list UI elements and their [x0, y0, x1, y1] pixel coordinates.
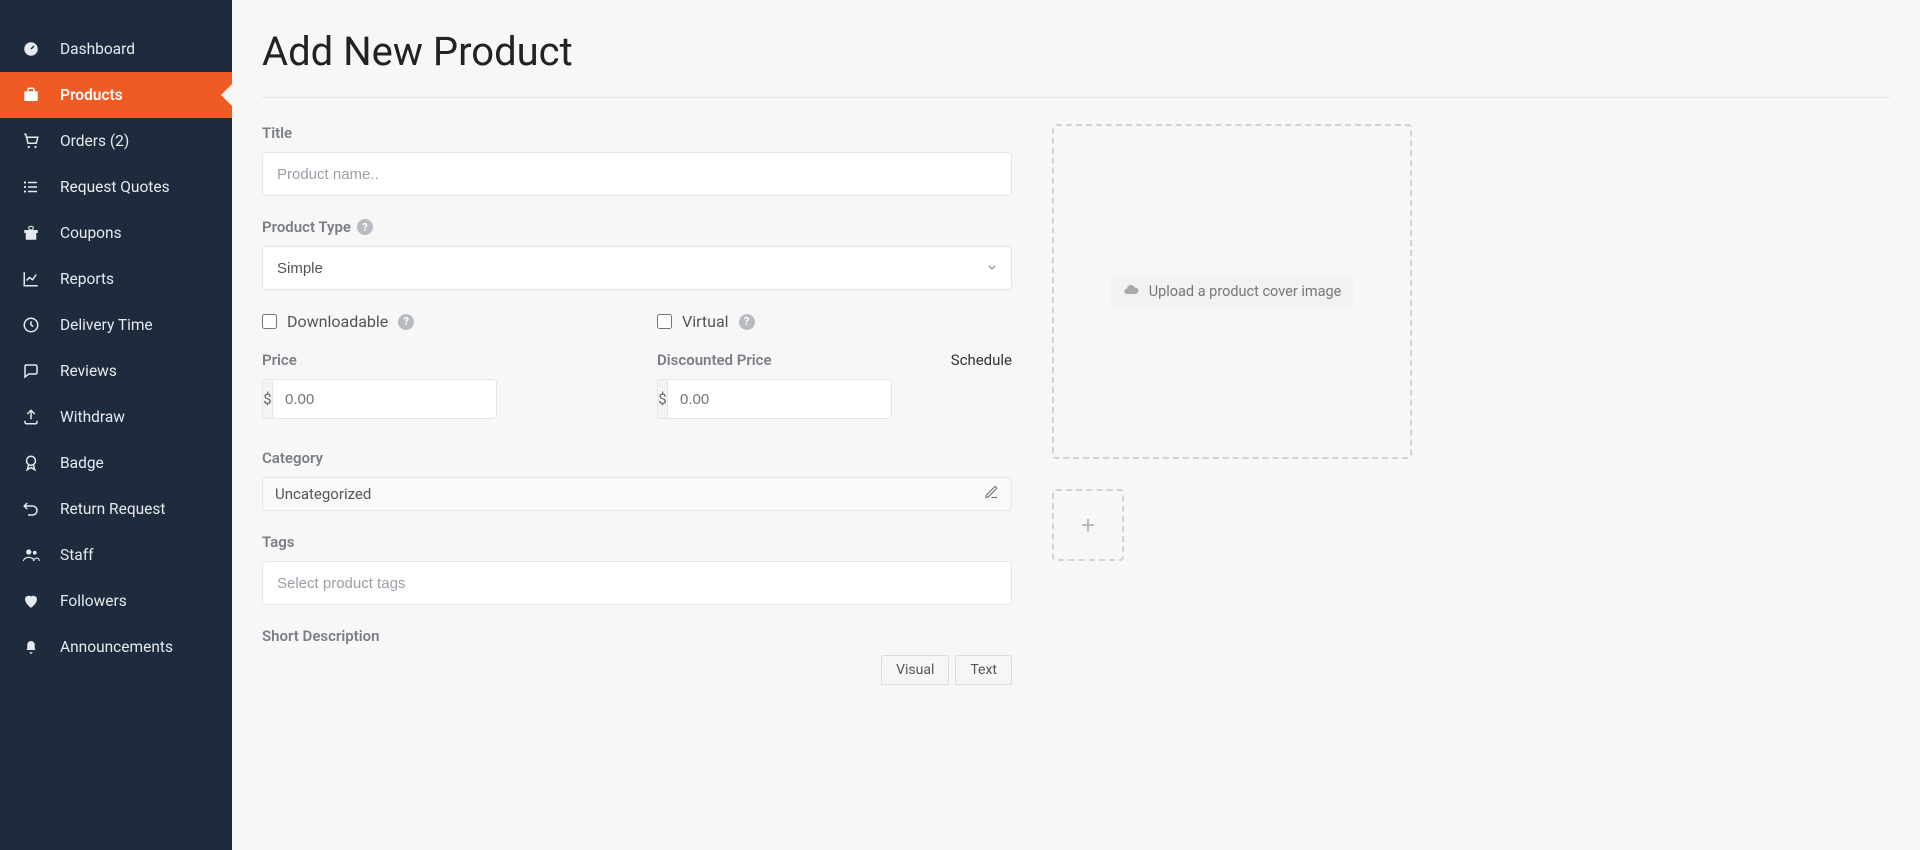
- product-type-select[interactable]: [262, 246, 1012, 290]
- edit-icon[interactable]: [984, 485, 999, 504]
- users-icon: [20, 544, 42, 566]
- short-desc-label: Short Description: [262, 627, 1012, 645]
- sidebar-item-staff[interactable]: Staff: [0, 532, 232, 578]
- editor-tab-visual[interactable]: Visual: [881, 655, 949, 685]
- sidebar-item-label: Delivery Time: [60, 316, 153, 334]
- sidebar-item-label: Followers: [60, 592, 127, 610]
- sidebar-item-label: Withdraw: [60, 408, 125, 426]
- chart-icon: [20, 268, 42, 290]
- add-gallery-image[interactable]: +: [1052, 489, 1124, 561]
- sidebar-item-label: Reviews: [60, 362, 117, 380]
- award-icon: [20, 452, 42, 474]
- disc-price-label: Discounted Price: [657, 351, 772, 369]
- category-value: Uncategorized: [275, 485, 371, 503]
- price-input[interactable]: [272, 379, 497, 419]
- sidebar: Dashboard Products Orders (2) Request Quote…: [0, 0, 232, 850]
- category-label: Category: [262, 449, 1012, 467]
- sidebar-item-followers[interactable]: Followers: [0, 578, 232, 624]
- tags-input[interactable]: [262, 561, 1012, 605]
- plus-icon: +: [1081, 511, 1095, 539]
- category-select[interactable]: Uncategorized: [262, 477, 1012, 511]
- heart-icon: [20, 590, 42, 612]
- undo-icon: [20, 498, 42, 520]
- help-icon[interactable]: ?: [739, 314, 755, 330]
- sidebar-item-request-quotes[interactable]: Request Quotes: [0, 164, 232, 210]
- sidebar-item-label: Staff: [60, 546, 93, 564]
- sidebar-item-label: Products: [60, 86, 123, 104]
- sidebar-item-dashboard[interactable]: Dashboard: [0, 26, 232, 72]
- schedule-link[interactable]: Schedule: [951, 351, 1012, 369]
- sidebar-item-label: Coupons: [60, 224, 122, 242]
- virtual-check[interactable]: Virtual ?: [657, 312, 1012, 331]
- product-type-label: Product Type ?: [262, 218, 1012, 236]
- disc-price-input-group: $: [657, 379, 892, 419]
- sidebar-item-announcements[interactable]: Announcements: [0, 624, 232, 670]
- sidebar-item-reports[interactable]: Reports: [0, 256, 232, 302]
- clock-icon: [20, 314, 42, 336]
- sidebar-item-orders-2[interactable]: Orders (2): [0, 118, 232, 164]
- title-label: Title: [262, 124, 1012, 142]
- divider: [262, 97, 1890, 98]
- price-label: Price: [262, 351, 297, 369]
- downloadable-check[interactable]: Downloadable ?: [262, 312, 617, 331]
- title-input[interactable]: [262, 152, 1012, 196]
- help-icon[interactable]: ?: [357, 219, 373, 235]
- editor-tab-text[interactable]: Text: [955, 655, 1012, 685]
- comments-icon: [20, 360, 42, 382]
- price-input-group: $: [262, 379, 497, 419]
- cloud-upload-icon: [1123, 282, 1139, 302]
- list-icon: [20, 176, 42, 198]
- help-icon[interactable]: ?: [398, 314, 414, 330]
- sidebar-item-label: Return Request: [60, 500, 165, 518]
- downloadable-checkbox[interactable]: [262, 314, 277, 329]
- sidebar-item-label: Announcements: [60, 638, 173, 656]
- main-content: Add New Product Title Product Type ?: [232, 0, 1920, 850]
- sidebar-item-products[interactable]: Products: [0, 72, 232, 118]
- sidebar-item-delivery-time[interactable]: Delivery Time: [0, 302, 232, 348]
- sidebar-item-reviews[interactable]: Reviews: [0, 348, 232, 394]
- sidebar-item-coupons[interactable]: Coupons: [0, 210, 232, 256]
- sidebar-item-withdraw[interactable]: Withdraw: [0, 394, 232, 440]
- sidebar-item-return-request[interactable]: Return Request: [0, 486, 232, 532]
- sidebar-item-label: Badge: [60, 454, 104, 472]
- gift-icon: [20, 222, 42, 244]
- upload-icon: [20, 406, 42, 428]
- gauge-icon: [20, 38, 42, 60]
- sidebar-item-label: Request Quotes: [60, 178, 170, 196]
- cover-upload[interactable]: Upload a product cover image: [1052, 124, 1412, 459]
- page-title: Add New Product: [262, 28, 1890, 75]
- disc-price-input[interactable]: [667, 379, 892, 419]
- currency-symbol: $: [657, 379, 667, 419]
- currency-symbol: $: [262, 379, 272, 419]
- sidebar-item-badge[interactable]: Badge: [0, 440, 232, 486]
- virtual-checkbox[interactable]: [657, 314, 672, 329]
- sidebar-item-label: Dashboard: [60, 40, 135, 58]
- tags-label: Tags: [262, 533, 1012, 551]
- sidebar-item-label: Reports: [60, 270, 114, 288]
- sidebar-item-label: Orders (2): [60, 132, 129, 150]
- briefcase-icon: [20, 84, 42, 106]
- cart-icon: [20, 130, 42, 152]
- bell-icon: [20, 636, 42, 658]
